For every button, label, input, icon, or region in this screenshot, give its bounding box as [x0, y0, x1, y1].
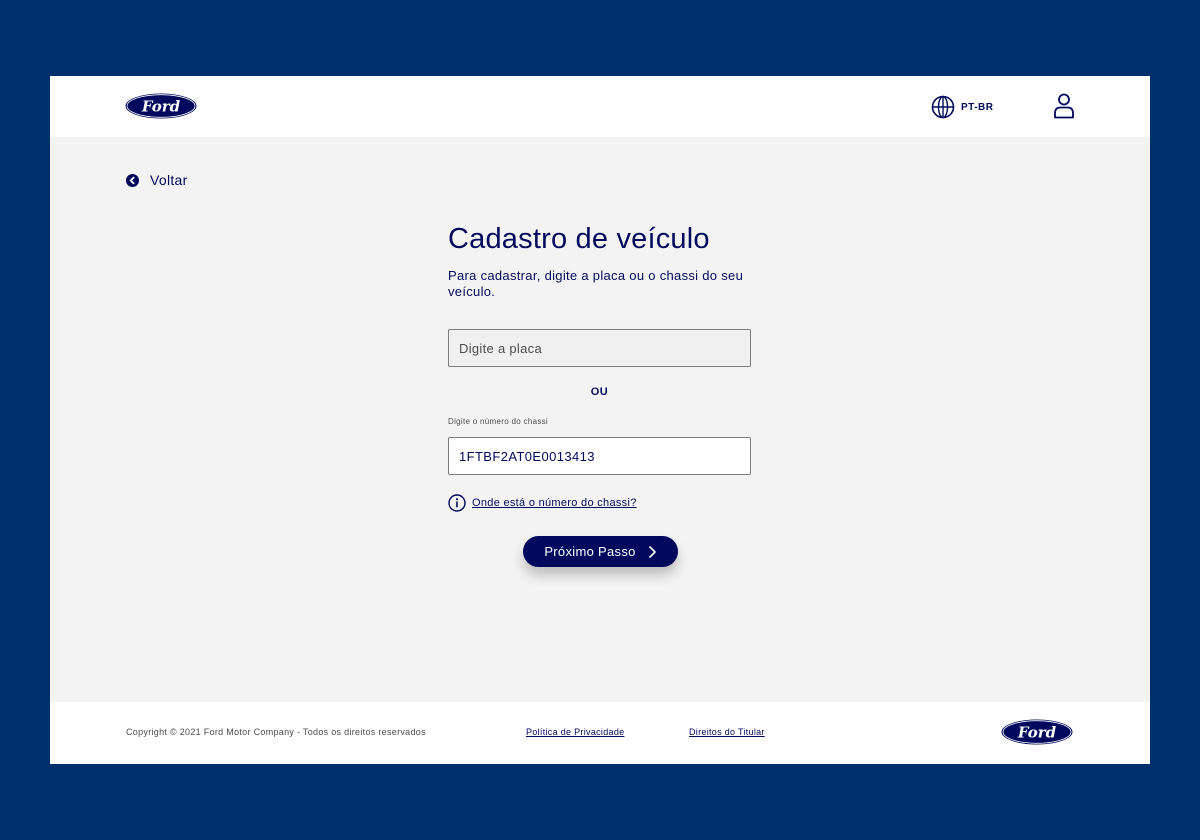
privacy-policy-link[interactable]: Política de Privacidade [526, 727, 624, 737]
ford-logo-text: Ford [141, 98, 181, 116]
chassis-input[interactable] [448, 437, 751, 475]
chassis-help-link[interactable]: Onde está o número do chassi? [448, 493, 637, 513]
back-link[interactable]: Voltar [126, 171, 188, 189]
header: Ford PT-BR [50, 76, 1150, 137]
next-step-button[interactable]: Próximo Passo [523, 536, 678, 567]
page-title: Cadastro de veículo [448, 223, 710, 255]
or-separator: OU [590, 386, 609, 398]
footer-ford-logo-text: Ford [1017, 724, 1057, 742]
copyright-text: Copyright © 2021 Ford Motor Company - To… [126, 727, 426, 737]
footer: Copyright © 2021 Ford Motor Company - To… [50, 702, 1150, 764]
language-selector[interactable]: PT-BR [931, 94, 994, 120]
ford-logo[interactable]: Ford [124, 92, 198, 120]
chassis-label: Digite o número do chassi [448, 417, 548, 426]
page-subtitle: Para cadastrar, digite a placa ou o chas… [448, 268, 744, 299]
chevron-right-icon [648, 545, 656, 558]
app-frame: Ford PT-BR Voltar Cadastro de veículo Pa… [50, 76, 1150, 764]
plate-input[interactable] [448, 329, 751, 367]
next-step-label: Próximo Passo [544, 544, 636, 559]
language-label: PT-BR [961, 101, 994, 113]
chassis-help-text[interactable]: Onde está o número do chassi? [472, 497, 637, 509]
info-icon [448, 494, 466, 512]
footer-ford-logo[interactable]: Ford [1000, 718, 1074, 746]
user-icon[interactable] [1052, 93, 1076, 119]
chevron-left-circle-icon [126, 173, 139, 187]
globe-icon [931, 95, 955, 119]
back-label: Voltar [150, 172, 188, 188]
holder-rights-link[interactable]: Direitos do Titular [689, 727, 765, 737]
vehicle-registration-form: Cadastro de veículo Para cadastrar, digi… [448, 222, 751, 567]
